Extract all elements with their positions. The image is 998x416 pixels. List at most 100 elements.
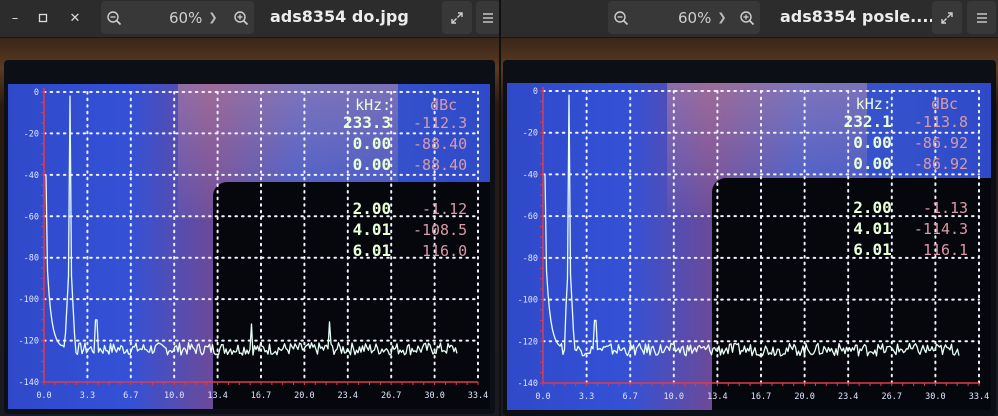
khz-column-header: kHz:: [856, 95, 892, 113]
minimize-button[interactable]: –: [3, 6, 27, 30]
x-tick-label: 16.7: [751, 392, 771, 402]
close-icon: ✕: [69, 10, 81, 26]
zoom-in-icon: [740, 10, 755, 25]
x-tick-label: 3.3: [579, 392, 594, 402]
readout-dbc-value: -108.5: [413, 221, 467, 239]
spectrum-plot-svg: 0 -20 -40 -60 -80 -100 -120 -140 0.0 3.3 6.7 10.0 13…: [518, 87, 989, 402]
readout-khz-value: 4.01: [353, 220, 392, 239]
x-tick-label: 23.4: [838, 392, 858, 402]
minimize-icon: –: [11, 10, 19, 26]
readout-khz-value: 0.00: [353, 155, 392, 174]
y-tick-label: -40: [523, 170, 538, 180]
x-tick-label: 0.0: [36, 391, 51, 401]
readout-dbc-value: -88.40: [413, 135, 467, 153]
x-tick-label: 30.0: [925, 392, 945, 402]
x-tick-label: 23.4: [338, 391, 358, 401]
spectrum-display: 0 -20 -40 -60 -80 -100 -120 -140 0.0 3.3 6.7 10.0 13…: [8, 84, 490, 409]
readout-dbc-value: -114.3: [914, 220, 968, 238]
image-viewer-window-1: – ✕ 60% ❯ ads8354 do.jpg 0 -20 -40 -60 -…: [0, 0, 499, 416]
x-tick-label: 10.0: [664, 392, 684, 402]
readout-dbc-value: -86.92: [914, 155, 968, 173]
x-tick-label: 20.0: [794, 392, 814, 402]
zoom-group: 60% ❯: [101, 1, 254, 34]
y-tick-label: -20: [523, 129, 538, 139]
y-tick-label: -80: [523, 254, 538, 264]
close-button[interactable]: ✕: [63, 6, 87, 30]
x-tick-label: 3.3: [80, 391, 95, 401]
readout-dbc-value: -112.3: [413, 114, 467, 132]
zoom-level-dropdown[interactable]: 60% ❯: [169, 1, 218, 34]
readout-dbc-value: 116.1: [923, 241, 968, 259]
chevron-down-icon: ❯: [717, 11, 727, 24]
readout-khz-value: 233.3: [343, 113, 391, 132]
y-tick-label: -20: [24, 129, 39, 139]
headerbar: – ✕ 60% ❯ ads8354 do.jpg: [0, 0, 499, 38]
readout-khz-value: 4.01: [853, 219, 892, 238]
menu-button[interactable]: [476, 1, 499, 34]
dbc-column-header: dBc: [931, 95, 958, 113]
window-title: ads8354 posle....: [780, 7, 935, 26]
y-tick-label: -80: [24, 254, 39, 264]
photo-canvas[interactable]: 0 -20 -40 -60 -80 -100 -120 -140 0.0 3.3 6.7 10.0 13…: [501, 38, 998, 416]
y-tick-label: 0: [34, 88, 39, 98]
readout-khz-value: 6.01: [853, 240, 892, 259]
y-tick-label: 0: [533, 87, 538, 97]
readout-dbc-value: 116.0: [422, 242, 467, 260]
x-tick-label: 16.7: [251, 391, 271, 401]
zoom-in-button[interactable]: [734, 1, 760, 34]
readout-dbc-value: -88.40: [413, 156, 467, 174]
fullscreen-icon: [451, 11, 463, 24]
readout-khz-value: 0.00: [853, 154, 892, 173]
y-tick-label: -140: [518, 379, 538, 389]
hamburger-menu-icon: [483, 12, 493, 23]
menu-button[interactable]: [967, 1, 996, 34]
x-tick-label: 13.4: [207, 391, 227, 401]
y-tick-label: -60: [523, 212, 538, 222]
y-tick-label: -120: [19, 337, 39, 347]
fullscreen-button[interactable]: [932, 1, 962, 34]
y-tick-label: -60: [24, 212, 39, 222]
khz-column-header: kHz:: [355, 96, 391, 114]
spectrum-trace: [544, 94, 960, 357]
y-tick-label: -120: [518, 337, 538, 347]
x-tick-label: 33.4: [969, 392, 989, 402]
x-tick-label: 6.7: [123, 391, 138, 401]
readout-dbc-value: -1.12: [422, 200, 467, 218]
image-viewer-window-2: 60% ❯ ads8354 posle.... 0 -20 -40 -60 -80 -100…: [501, 0, 998, 416]
spectrum-display: 0 -20 -40 -60 -80 -100 -120 -140 0.0 3.3 6.7 10.0 13…: [507, 83, 991, 410]
readout-dbc-value: -86.92: [914, 134, 968, 152]
readout-khz-value: 232.1: [844, 112, 892, 131]
dbc-column-header: dBc: [430, 96, 457, 114]
maximize-button[interactable]: [31, 6, 55, 30]
zoom-level: 60%: [678, 8, 712, 27]
zoom-out-button[interactable]: [608, 1, 634, 34]
x-tick-label: 33.4: [468, 391, 488, 401]
chevron-down-icon: ❯: [208, 11, 218, 24]
readout-dbc-value: -1.13: [923, 199, 968, 217]
maximize-icon: [38, 13, 48, 23]
y-tick-label: -140: [19, 378, 39, 388]
x-tick-label: 26.7: [882, 392, 902, 402]
zoom-in-button[interactable]: [228, 1, 254, 34]
x-tick-label: 30.0: [424, 391, 444, 401]
x-tick-label: 13.4: [707, 392, 727, 402]
readout-khz-value: 0.00: [853, 133, 892, 152]
zoom-level-dropdown[interactable]: 60% ❯: [678, 1, 727, 34]
photo-canvas[interactable]: 0 -20 -40 -60 -80 -100 -120 -140 0.0 3.3 6.7 10.0 13…: [0, 38, 499, 416]
fullscreen-icon: [941, 11, 953, 24]
readout-khz-value: 6.01: [353, 241, 392, 260]
y-tick-label: -100: [19, 295, 39, 305]
y-tick-label: -40: [24, 171, 39, 181]
fullscreen-button[interactable]: [442, 1, 472, 34]
spectrum-plot-svg: 0 -20 -40 -60 -80 -100 -120 -140 0.0 3.3 6.7 10.0 13…: [19, 88, 488, 401]
hamburger-menu-icon: [976, 12, 987, 23]
x-tick-label: 6.7: [623, 392, 638, 402]
spectrum-trace: [45, 95, 458, 356]
x-tick-label: 10.0: [164, 391, 184, 401]
zoom-in-icon: [234, 10, 249, 25]
zoom-out-button[interactable]: [101, 1, 127, 34]
zoom-group: 60% ❯: [608, 1, 760, 34]
headerbar: 60% ❯ ads8354 posle....: [501, 0, 998, 38]
zoom-out-icon: [107, 10, 122, 25]
window-title: ads8354 do.jpg: [270, 7, 409, 26]
